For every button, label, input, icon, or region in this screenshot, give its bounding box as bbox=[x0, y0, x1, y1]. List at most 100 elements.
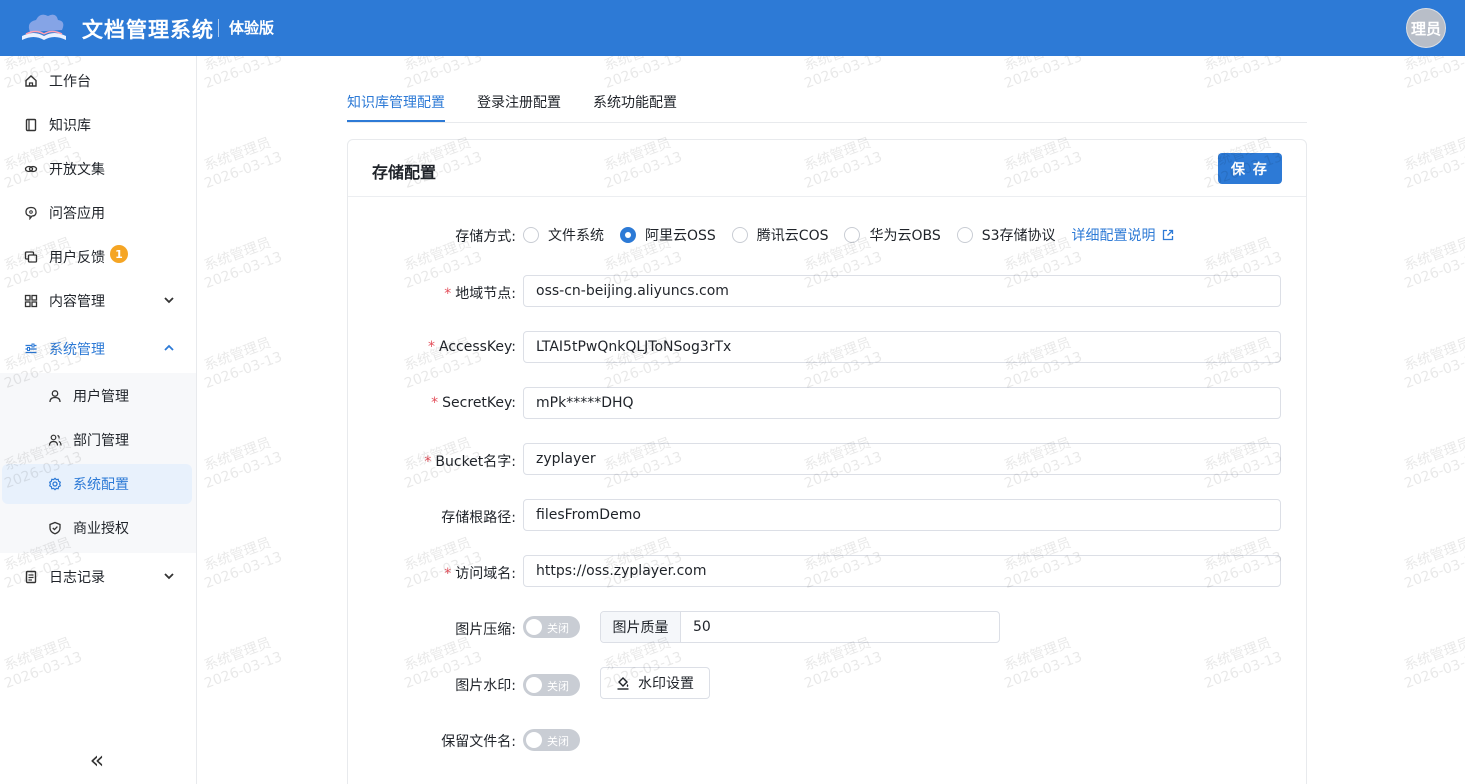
image-watermark-label: 图片水印: bbox=[455, 678, 516, 694]
watermark-text: 系统管理员2026-03-13 bbox=[1401, 435, 1465, 492]
sidebar-item-qa-app[interactable]: 问答应用 bbox=[0, 191, 196, 235]
radio-circle bbox=[523, 227, 539, 243]
watermark-text: 系统管理员2026-03-13 bbox=[201, 335, 285, 392]
storage-root-path-input[interactable]: filesFromDemo bbox=[523, 499, 1281, 531]
access-key-input[interactable]: LTAI5tPwQnkQLJToNSog3rTx bbox=[523, 331, 1281, 363]
region-endpoint-label: * 地域节点: bbox=[444, 286, 516, 302]
shield-icon bbox=[48, 521, 62, 535]
watermark-text: 系统管理员2026-03-13 bbox=[1402, 56, 1465, 92]
image-quality-input[interactable]: 50 bbox=[681, 612, 711, 642]
tab-system-function-config[interactable]: 系统功能配置 bbox=[593, 92, 677, 122]
user-avatar[interactable]: 理员 bbox=[1406, 8, 1446, 48]
sidebar-item-workbench[interactable]: 工作台 bbox=[0, 59, 196, 103]
sidebar-subitem-label: 系统配置 bbox=[73, 477, 129, 493]
image-quality-input-group: 图片质量 50 bbox=[600, 611, 1000, 643]
watermark-text: 系统管理员2026-03-13 bbox=[201, 435, 285, 492]
save-button[interactable]: 保 存 bbox=[1218, 153, 1282, 184]
region-endpoint-input[interactable]: oss-cn-beijing.aliyuncs.com bbox=[523, 275, 1281, 307]
log-icon bbox=[24, 570, 38, 584]
tab-login-register-config[interactable]: 登录注册配置 bbox=[477, 92, 561, 122]
sidebar-subitem-business-license[interactable]: 商业授权 bbox=[0, 508, 196, 548]
sidebar-item-label: 开放文集 bbox=[49, 162, 105, 178]
sidebar-subitem-department-management[interactable]: 部门管理 bbox=[0, 420, 196, 460]
watermark-text: 系统管理员2026-03-13 bbox=[1401, 535, 1465, 592]
watermark-text: 系统管理员2026-03-13 bbox=[1401, 235, 1465, 292]
radio-circle-checked bbox=[620, 227, 636, 243]
radio-label: S3存储协议 bbox=[981, 228, 1056, 244]
users-icon bbox=[48, 433, 62, 447]
config-doc-link[interactable]: 详细配置说明 bbox=[1072, 225, 1174, 245]
collapse-sidebar-button[interactable]: « bbox=[86, 748, 108, 772]
access-domain-input[interactable]: https://oss.zyplayer.com bbox=[523, 555, 1281, 587]
radio-label: 阿里云OSS bbox=[645, 228, 716, 244]
radio-file-system[interactable]: 文件系统 bbox=[523, 225, 604, 245]
grid-icon bbox=[24, 294, 38, 308]
book-icon bbox=[24, 118, 38, 132]
radio-s3-protocol[interactable]: S3存储协议 bbox=[956, 225, 1056, 245]
keep-filename-label: 保留文件名: bbox=[441, 734, 516, 750]
sidebar-subitem-label: 商业授权 bbox=[73, 521, 129, 537]
sidebar-item-label: 日志记录 bbox=[49, 570, 105, 586]
sidebar-item-system-management[interactable]: 系统管理 bbox=[0, 327, 196, 371]
link-icon bbox=[24, 162, 38, 176]
storage-root-path-label: 存储根路径: bbox=[441, 510, 516, 526]
watermark-text: 系统管理员2026-03-13 bbox=[201, 135, 285, 192]
storage-method-label: 存储方式: bbox=[455, 229, 516, 245]
config-doc-link-label: 详细配置说明 bbox=[1071, 228, 1156, 244]
chevron-down-icon bbox=[164, 297, 174, 304]
sidebar-subitem-system-config[interactable]: 系统配置 bbox=[2, 464, 192, 504]
sidebar-item-label: 内容管理 bbox=[49, 294, 105, 310]
sidebar-item-label: 工作台 bbox=[49, 74, 91, 90]
watermark-settings-button[interactable]: 水印设置 bbox=[600, 667, 710, 699]
watermark-text: 系统管理员2026-03-13 bbox=[201, 635, 285, 692]
active-tab-indicator bbox=[347, 120, 445, 122]
switch-knob bbox=[526, 619, 542, 635]
bucket-name-input[interactable]: zyplayer bbox=[523, 443, 1281, 475]
secret-key-input[interactable]: mPk*****DHQ bbox=[523, 387, 1281, 419]
watermark-text: 系统管理员2026-03-13 bbox=[1401, 135, 1465, 192]
image-watermark-switch[interactable]: 关闭 bbox=[523, 674, 580, 696]
card-title: 存储配置 bbox=[372, 163, 437, 182]
app-title: 文档管理系统 bbox=[82, 18, 214, 42]
card-header: 存储配置 保 存 bbox=[348, 140, 1306, 197]
config-tabs: 知识库管理配置 登录注册配置 系统功能配置 bbox=[347, 80, 1307, 123]
image-compress-switch[interactable]: 关闭 bbox=[523, 616, 580, 638]
switch-state-label: 关闭 bbox=[547, 622, 569, 635]
sidebar-item-content-management[interactable]: 内容管理 bbox=[0, 279, 196, 323]
sidebar-item-user-feedback[interactable]: 用户反馈 1 bbox=[0, 235, 196, 279]
home-icon bbox=[24, 74, 38, 88]
sidebar-item-knowledge-base[interactable]: 知识库 bbox=[0, 103, 196, 147]
sidebar-item-open-collection[interactable]: 开放文集 bbox=[0, 147, 196, 191]
switch-state-label: 关闭 bbox=[547, 735, 569, 748]
chat-brain-icon bbox=[24, 206, 38, 220]
sidebar-item-label: 知识库 bbox=[49, 118, 91, 134]
sidebar-subitem-user-management[interactable]: 用户管理 bbox=[0, 376, 196, 416]
sidebar-item-label: 问答应用 bbox=[49, 206, 105, 222]
sidebar: 工作台 知识库 开放文集 问答应用 用户反馈 1 内容管理 系统管理 用户管理 … bbox=[0, 56, 197, 784]
sidebar-subitem-label: 用户管理 bbox=[73, 389, 129, 405]
user-icon bbox=[48, 389, 62, 403]
radio-huawei-obs[interactable]: 华为云OBS bbox=[844, 225, 941, 245]
storage-method-radio-group: 文件系统 阿里云OSS 腾讯云COS 华为云OBS S3存储协议 详细配置说明 bbox=[523, 225, 1174, 245]
watermark-text: 系统管理员2026-03-13 bbox=[1401, 335, 1465, 392]
tab-knowledge-base-config[interactable]: 知识库管理配置 bbox=[347, 92, 445, 122]
keep-filename-switch[interactable]: 关闭 bbox=[523, 729, 580, 751]
cloud-book-logo-icon bbox=[22, 14, 66, 40]
radio-label: 腾讯云COS bbox=[756, 228, 829, 244]
watermark-settings-label: 水印设置 bbox=[638, 676, 694, 692]
radio-label: 华为云OBS bbox=[869, 228, 941, 244]
watermark-text: 系统管理员2026-03-13 bbox=[201, 535, 285, 592]
feedback-count-badge: 1 bbox=[110, 245, 128, 263]
radio-aliyun-oss[interactable]: 阿里云OSS bbox=[620, 225, 716, 245]
bucket-name-label: * Bucket名字: bbox=[424, 454, 516, 470]
sidebar-item-logs[interactable]: 日志记录 bbox=[0, 555, 196, 599]
watermark-text: 系统管理员2026-03-13 bbox=[1401, 635, 1465, 692]
radio-circle bbox=[956, 227, 973, 243]
radio-label: 文件系统 bbox=[548, 228, 604, 244]
radio-tencent-cos[interactable]: 腾讯云COS bbox=[731, 225, 829, 245]
switch-knob bbox=[526, 677, 542, 693]
feedback-icon bbox=[24, 250, 38, 264]
switch-state-label: 关闭 bbox=[547, 680, 569, 693]
sidebar-item-label: 用户反馈 bbox=[49, 250, 105, 266]
image-quality-prefix: 图片质量 bbox=[601, 612, 681, 642]
